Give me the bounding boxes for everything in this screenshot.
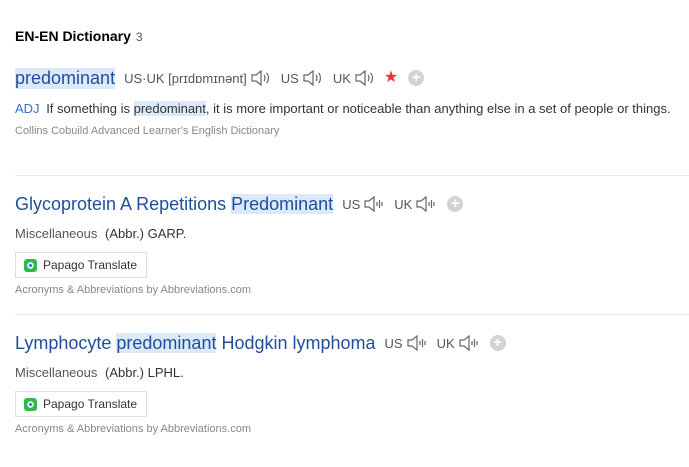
pronunciation-uk: UK <box>394 195 437 213</box>
headword-text: Glycoprotein A Repetitions <box>15 193 232 214</box>
add-icon[interactable]: + <box>408 70 425 86</box>
definition-highlight: predominant <box>133 101 206 116</box>
abbreviation-text: (Abbr.) GARP. <box>105 226 187 241</box>
us-label: US <box>342 196 361 212</box>
abbreviation-line: Miscellaneous (Abbr.) GARP. <box>15 226 689 241</box>
speaker-icon[interactable] <box>363 195 385 213</box>
definition-text-rest: , it is more important or noticeable tha… <box>205 101 671 116</box>
pronunciation-text: US·UK [prɪdɒmɪnənt] <box>124 70 247 86</box>
dictionary-panel: EN-EN Dictionary 3 predominant US·UK [pr… <box>0 0 689 467</box>
uk-label: UK <box>394 196 413 212</box>
add-icon[interactable]: + <box>447 196 464 212</box>
us-label: US <box>384 335 403 351</box>
us-label: US <box>280 70 299 86</box>
entry-garp: Glycoprotein A Repetitions Predominant U… <box>15 193 689 296</box>
category-label: Miscellaneous <box>15 365 98 380</box>
section-title: EN-EN Dictionary <box>15 28 131 44</box>
pronunciation-us: US <box>342 195 385 213</box>
source-label: Collins Cobuild Advanced Learner's Engli… <box>15 125 280 137</box>
part-of-speech: ADJ <box>15 101 40 116</box>
source-label: Acronyms & Abbreviations by Abbreviation… <box>15 284 252 296</box>
headword-link[interactable]: predominant <box>15 67 116 89</box>
papago-icon <box>24 258 37 272</box>
speaker-icon[interactable] <box>406 334 428 352</box>
headword-highlight: predominant <box>116 332 217 353</box>
definition: ADJ If something is predominant, it is m… <box>15 99 679 119</box>
papago-label: Papago Translate <box>43 258 138 272</box>
divider <box>15 175 689 176</box>
uk-label: UK <box>332 70 351 86</box>
pronunciation-uk: UK <box>437 334 480 352</box>
speaker-icon[interactable] <box>458 334 480 352</box>
category-label: Miscellaneous <box>15 226 98 241</box>
abbreviation-text: (Abbr.) LPHL. <box>105 365 184 380</box>
result-count: 3 <box>135 30 143 44</box>
papago-icon <box>24 397 37 411</box>
section-header: EN-EN Dictionary 3 <box>15 28 143 44</box>
speaker-icon[interactable] <box>302 69 324 87</box>
divider <box>15 314 689 315</box>
headword-link[interactable]: Glycoprotein A Repetitions Predominant <box>15 193 334 215</box>
uk-label: UK <box>436 335 455 351</box>
entry-headline: Glycoprotein A Repetitions Predominant U… <box>15 193 689 215</box>
pronunciation: US·UK [prɪdɒmɪnənt] <box>124 69 272 87</box>
entry-headline: Lymphocyte predominant Hodgkin lymphoma … <box>15 332 689 354</box>
headword-highlight: Predominant <box>231 193 334 214</box>
definition-text: If something is <box>46 101 134 116</box>
source-label: Acronyms & Abbreviations by Abbreviation… <box>15 423 252 435</box>
entry-headline: predominant US·UK [prɪdɒmɪnənt] US UK ★ <box>15 67 689 89</box>
speaker-icon[interactable] <box>354 69 376 87</box>
abbreviation-line: Miscellaneous (Abbr.) LPHL. <box>15 365 689 380</box>
headword-text-rest: Hodgkin lymphoma <box>216 332 376 353</box>
entry-predominant: predominant US·UK [prɪdɒmɪnənt] US UK ★ <box>15 67 689 137</box>
pronunciation-us: US <box>281 69 324 87</box>
speaker-icon[interactable] <box>250 69 272 87</box>
speaker-icon[interactable] <box>415 195 437 213</box>
star-icon[interactable]: ★ <box>384 70 398 86</box>
headword-text: Lymphocyte <box>15 332 117 353</box>
add-icon[interactable]: + <box>489 335 506 351</box>
entry-lphl: Lymphocyte predominant Hodgkin lymphoma … <box>15 332 689 435</box>
pronunciation-uk: UK <box>333 69 376 87</box>
papago-label: Papago Translate <box>43 397 138 411</box>
papago-translate-button[interactable]: Papago Translate <box>15 252 148 278</box>
pronunciation-us: US <box>385 334 428 352</box>
headword-link[interactable]: Lymphocyte predominant Hodgkin lymphoma <box>15 332 376 354</box>
papago-translate-button[interactable]: Papago Translate <box>15 391 148 417</box>
